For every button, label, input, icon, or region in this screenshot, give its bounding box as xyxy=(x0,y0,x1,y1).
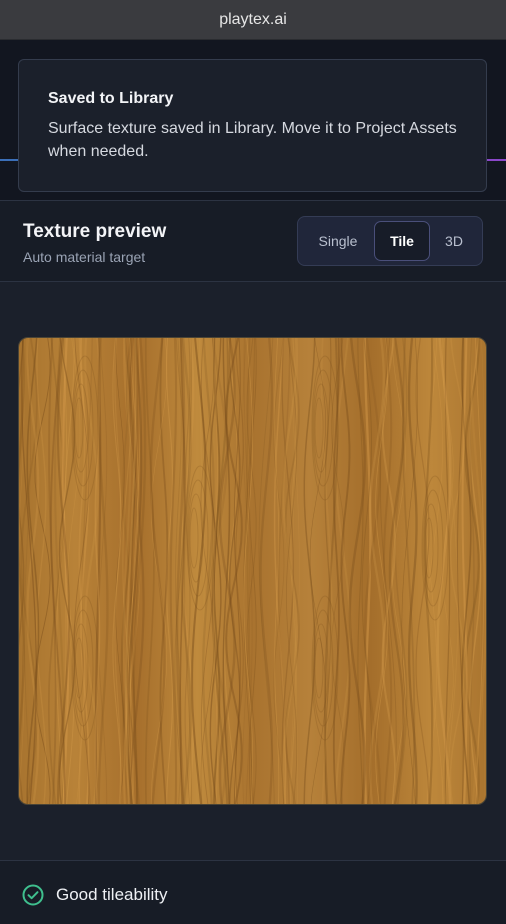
accent-line-left xyxy=(0,159,20,161)
saved-toast: Saved to Library Surface texture saved i… xyxy=(18,59,487,192)
accent-line-right xyxy=(484,159,506,161)
preview-canvas xyxy=(0,282,506,860)
mode-tile-button[interactable]: Tile xyxy=(374,221,430,261)
browser-address-bar[interactable]: playtex.ai xyxy=(0,0,506,40)
mode-3d-button[interactable]: 3D xyxy=(430,221,478,261)
check-circle-icon xyxy=(22,884,44,906)
texture-preview-image xyxy=(18,337,487,805)
page-title: Texture preview xyxy=(23,221,167,242)
tileability-status: Good tileability xyxy=(56,885,168,904)
preview-subtitle: Auto material target xyxy=(23,249,146,265)
wood-grain-texture xyxy=(19,338,486,804)
toast-message: Surface texture saved in Library. Move i… xyxy=(48,120,457,160)
browser-url[interactable]: playtex.ai xyxy=(219,11,287,29)
tileability-footer: Good tileability xyxy=(0,861,506,924)
view-mode-toggle: Single Tile 3D xyxy=(297,216,483,266)
toast-title: Saved to Library xyxy=(48,90,174,107)
mode-single-button[interactable]: Single xyxy=(302,221,374,261)
preview-header: Texture preview Auto material target Sin… xyxy=(0,201,506,281)
